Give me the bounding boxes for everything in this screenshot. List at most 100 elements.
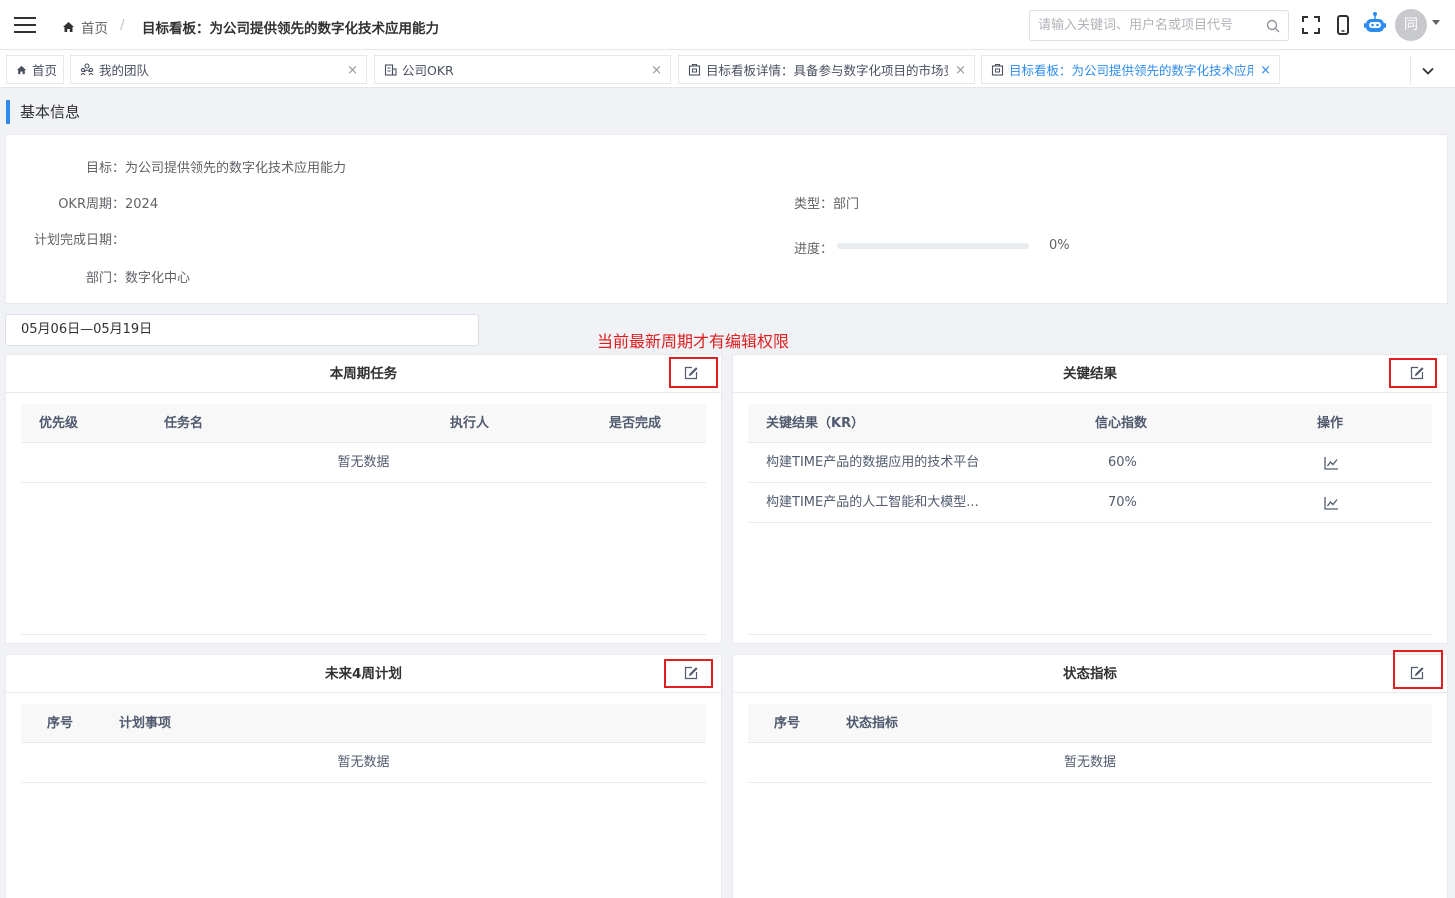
tab-board-detail[interactable]: 目标看板详情：具备参与数字化项目的市场竞 × — [678, 55, 975, 84]
chart-icon[interactable] — [1324, 496, 1339, 510]
chevron-down-icon — [1421, 67, 1434, 75]
tasks-table: 优先级 任务名 执行人 是否完成 暂无数据 — [21, 404, 706, 483]
tab-company-okr[interactable]: 公司OKR × — [374, 55, 671, 84]
cycle-field: OKR周期：2024 — [5, 193, 158, 212]
table-header: 优先级 任务名 执行人 是否完成 — [21, 404, 706, 443]
kr-confidence: 60% — [1108, 455, 1137, 470]
kr-name: 构建TIME产品的人工智能和大模型... — [766, 495, 979, 510]
column-header: 优先级 — [39, 416, 79, 431]
column-header: 序号 — [774, 716, 801, 731]
kr-name: 构建TIME产品的数据应用的技术平台 — [766, 455, 980, 470]
search-icon[interactable] — [1266, 19, 1280, 33]
home-icon — [16, 65, 27, 74]
search-input[interactable] — [1030, 11, 1255, 40]
avatar[interactable]: 同 — [1395, 9, 1427, 41]
edit-permission-note: 当前最新周期才有编辑权限 — [597, 332, 790, 351]
tab-label: 目标看板：为公司提供领先的数字化技术应用能 — [1009, 63, 1253, 78]
table-header: 序号 计划事项 — [21, 704, 706, 743]
panel-title: 未来4周计划 — [6, 655, 721, 693]
board-icon — [688, 63, 701, 76]
progress-text: 0% — [1049, 238, 1070, 253]
tab-my-team[interactable]: 我的团队 × — [70, 55, 367, 84]
tab-home[interactable]: 首页 — [6, 55, 64, 84]
future-plan-table: 序号 计划事项 暂无数据 — [21, 704, 706, 783]
plan-date-field: 计划完成日期： — [5, 229, 125, 248]
tab-label: 目标看板详情：具备参与数字化项目的市场竞 — [706, 63, 948, 78]
mobile-icon[interactable] — [1332, 14, 1354, 36]
progress-bar — [837, 243, 1029, 249]
column-header: 信心指数 — [1095, 416, 1148, 431]
empty-text: 暂无数据 — [21, 743, 706, 783]
column-header: 是否完成 — [609, 416, 662, 431]
robot-assistant-icon[interactable] — [1363, 11, 1387, 37]
column-header: 状态指标 — [846, 716, 899, 731]
board-icon — [991, 63, 1004, 76]
dept-field: 部门：数字化中心 — [5, 267, 190, 286]
breadcrumb-home-label: 首页 — [81, 21, 108, 37]
table-row: 构建TIME产品的人工智能和大模型... 70% — [748, 483, 1432, 523]
column-header: 关键结果（KR） — [766, 416, 865, 431]
column-header: 序号 — [47, 716, 74, 731]
panel-current-tasks: 本周期任务 优先级 任务名 执行人 是否完成 暂无数据 — [5, 354, 722, 644]
close-icon[interactable]: × — [1260, 63, 1271, 78]
menu-toggle-icon[interactable] — [14, 17, 36, 33]
cycle-label: OKR周期： — [58, 197, 125, 212]
column-header: 任务名 — [164, 416, 204, 431]
table-header: 关键结果（KR） 信心指数 操作 — [748, 404, 1432, 443]
panel-future-plan: 未来4周计划 序号 计划事项 暂无数据 — [5, 654, 722, 898]
panel-key-results: 关键结果 关键结果（KR） 信心指数 操作 构建TIME产品的数据应用的技术平台… — [732, 354, 1448, 644]
progress-label: 进度： — [794, 242, 834, 257]
empty-text: 暂无数据 — [748, 743, 1432, 783]
tabs-more-button[interactable] — [1410, 56, 1444, 85]
panel-status-indicators: 状态指标 序号 状态指标 暂无数据 — [732, 654, 1448, 898]
type-label: 类型： — [794, 197, 834, 212]
team-icon — [80, 63, 94, 76]
highlight-box — [669, 357, 718, 388]
date-range-selector[interactable]: 05月06日—05月19日 — [5, 314, 479, 346]
table-row: 构建TIME产品的数据应用的技术平台 60% — [748, 443, 1432, 483]
column-header: 计划事项 — [119, 716, 172, 731]
chevron-down-icon[interactable] — [1432, 20, 1440, 25]
type-value: 部门 — [833, 197, 860, 212]
cycle-value: 2024 — [125, 197, 159, 212]
goal-value: 为公司提供领先的数字化技术应用能力 — [125, 161, 347, 176]
search-box[interactable] — [1029, 10, 1289, 41]
plan-date-label: 计划完成日期： — [33, 233, 125, 248]
tabs-bar: 首页 我的团队 × 公司OKR × 目标看板详情：具备参与数字化项目的市场竞 ×… — [0, 50, 1455, 88]
empty-text: 暂无数据 — [21, 443, 706, 483]
table-header: 序号 状态指标 — [748, 704, 1432, 743]
panel-title: 关键结果 — [733, 355, 1447, 393]
highlight-box — [1389, 358, 1437, 388]
type-field: 类型：部门 — [794, 193, 859, 212]
dept-value: 数字化中心 — [125, 271, 191, 286]
section-title-basic-info: 基本信息 — [6, 100, 80, 124]
kr-confidence: 70% — [1108, 495, 1137, 510]
tab-board-active[interactable]: 目标看板：为公司提供领先的数字化技术应用能 × — [981, 55, 1280, 84]
highlight-box — [1393, 650, 1443, 689]
divider — [21, 634, 706, 635]
dept-label: 部门： — [85, 271, 125, 286]
chart-icon[interactable] — [1324, 456, 1339, 470]
tab-label: 我的团队 — [99, 63, 150, 78]
breadcrumb-home[interactable]: 首页 — [62, 17, 108, 37]
panel-title: 状态指标 — [733, 655, 1447, 693]
divider — [748, 634, 1432, 635]
home-icon — [63, 22, 74, 32]
top-header: 首页 / 目标看板：为公司提供领先的数字化技术应用能力 同 — [0, 0, 1455, 50]
goal-label: 目标： — [85, 161, 125, 176]
panel-title: 本周期任务 — [6, 355, 721, 393]
column-header: 执行人 — [450, 416, 490, 431]
breadcrumb-separator: / — [120, 17, 125, 33]
key-results-table: 关键结果（KR） 信心指数 操作 构建TIME产品的数据应用的技术平台 60% … — [748, 404, 1432, 523]
fullscreen-icon[interactable] — [1300, 14, 1322, 36]
column-header: 操作 — [1317, 416, 1344, 431]
close-icon[interactable]: × — [347, 63, 358, 78]
status-table: 序号 状态指标 暂无数据 — [748, 704, 1432, 783]
goal-field: 目标：为公司提供领先的数字化技术应用能力 — [5, 157, 346, 176]
building-icon — [384, 64, 397, 76]
highlight-box — [664, 659, 713, 688]
close-icon[interactable]: × — [955, 63, 966, 78]
close-icon[interactable]: × — [651, 63, 662, 78]
breadcrumb-current: 目标看板：为公司提供领先的数字化技术应用能力 — [142, 21, 439, 37]
tab-label: 公司OKR — [402, 63, 454, 78]
